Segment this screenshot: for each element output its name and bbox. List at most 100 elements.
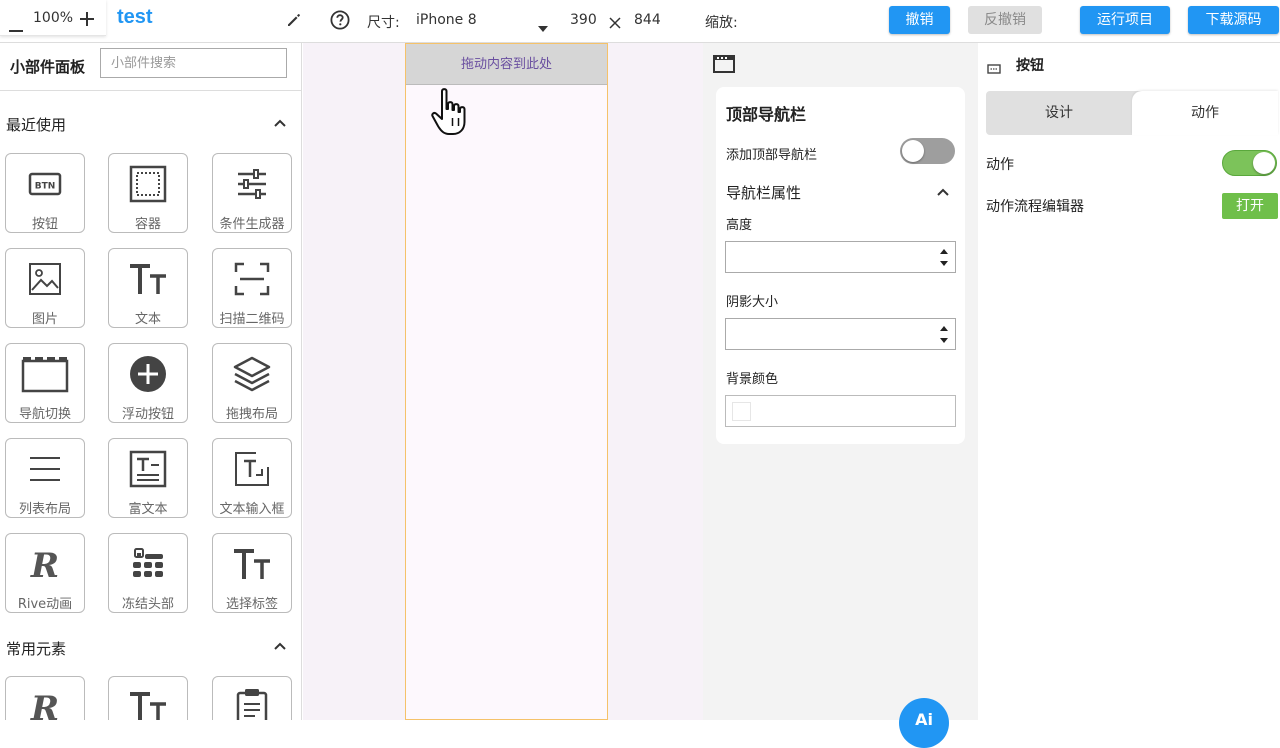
spin-down-icon[interactable] (940, 338, 948, 343)
help-icon[interactable] (330, 10, 350, 34)
widget-label: 列表布局 (18, 502, 71, 517)
add-navbar-label: 添加顶部导航栏 (726, 148, 818, 163)
widget-tab-navigation[interactable]: 导航切换 (5, 343, 85, 423)
btn-icon (987, 59, 1001, 78)
tab-nav-icon (6, 354, 84, 394)
inspector-tabs: 设计 动作 (986, 91, 1278, 135)
sliders-icon (213, 164, 291, 204)
widget-scan-qr[interactable]: 扫描二维码 (212, 248, 292, 328)
shadow-label: 阴影大小 (726, 295, 779, 310)
text-icon (109, 259, 187, 299)
widget-rich-text[interactable]: 富文本 (108, 438, 188, 518)
widget-clipboard[interactable] (212, 676, 292, 720)
inspector-panel: 按钮 设计 动作 动作 动作流程编辑器 打开 (978, 43, 1280, 720)
widget-label: 文本 (134, 312, 161, 327)
image-icon (6, 259, 84, 299)
open-flow-editor-button[interactable]: 打开 (1222, 193, 1278, 219)
spin-down-icon[interactable] (940, 261, 948, 266)
widget-rive-animation[interactable]: R Rive动画 (5, 533, 85, 613)
rive-icon: R (6, 687, 84, 720)
widget-floating-button[interactable]: 浮动按钮 (108, 343, 188, 423)
freeze-header-icon (109, 544, 187, 584)
drop-zone[interactable]: 拖动内容到此处 (406, 44, 607, 85)
widget-image[interactable]: 图片 (5, 248, 85, 328)
design-canvas[interactable]: 拖动内容到此处 (303, 43, 703, 720)
widget-label: 导航切换 (18, 407, 71, 422)
svg-text:R: R (30, 690, 59, 720)
zoom-control: 100% (0, 0, 106, 36)
tab-action[interactable]: 动作 (1132, 91, 1278, 135)
color-swatch (732, 402, 751, 421)
svg-text:BTN: BTN (35, 182, 56, 192)
height-input[interactable] (725, 241, 956, 273)
card-title: 顶部导航栏 (726, 105, 807, 124)
device-select-value: iPhone 8 (416, 12, 477, 28)
widget-freeze-header[interactable]: 冻结头部 (108, 533, 188, 613)
widget-button[interactable]: BTN 按钮 (5, 153, 85, 233)
widget-label: 拖拽布局 (225, 407, 278, 422)
add-navbar-toggle[interactable] (900, 138, 955, 164)
container-icon (109, 164, 187, 204)
widget-rive-animation[interactable]: R (5, 676, 85, 720)
section-title-common: 常用元素 (6, 640, 67, 658)
divider (0, 90, 301, 91)
widget-container[interactable]: 容器 (108, 153, 188, 233)
zoom-value: 100% (33, 10, 74, 26)
navbar-props-title: 导航栏属性 (726, 184, 802, 202)
chevron-up-icon[interactable] (936, 184, 950, 203)
widget-text[interactable]: 文本 (108, 248, 188, 328)
height-label: 高度 (726, 218, 753, 233)
widget-search-input[interactable] (100, 48, 287, 78)
height-value[interactable]: 844 (634, 12, 661, 28)
widget-list-layout[interactable]: 列表布局 (5, 438, 85, 518)
spin-up-icon[interactable] (940, 326, 948, 331)
widget-drag-layout[interactable]: 拖拽布局 (212, 343, 292, 423)
svg-text:R: R (30, 547, 59, 581)
ai-assistant-button[interactable]: Ai (899, 698, 949, 748)
shadow-input[interactable] (725, 318, 956, 350)
edit-icon[interactable] (286, 12, 302, 32)
download-source-button[interactable]: 下载源码 (1188, 6, 1279, 34)
action-label: 动作 (986, 157, 1014, 173)
list-icon (6, 449, 84, 489)
run-project-button[interactable]: 运行项目 (1080, 6, 1170, 34)
widget-label: 图片 (31, 312, 58, 327)
spin-up-icon[interactable] (940, 249, 948, 254)
rive-icon: R (6, 544, 84, 584)
widget-label: 条件生成器 (219, 217, 285, 232)
tab-design[interactable]: 设计 (986, 91, 1132, 135)
zoom-out-icon[interactable] (9, 17, 23, 36)
clipboard-icon (213, 687, 291, 720)
width-value[interactable]: 390 (570, 12, 597, 28)
chevron-up-icon[interactable] (273, 115, 287, 134)
widget-text-input[interactable]: 文本输入框 (212, 438, 292, 518)
widget-label: Rive动画 (17, 597, 73, 612)
zoom-in-icon[interactable] (80, 11, 94, 30)
flow-editor-label: 动作流程编辑器 (986, 199, 1084, 215)
widget-label: 扫描二维码 (219, 312, 285, 327)
text-input-icon (213, 449, 291, 489)
action-toggle[interactable] (1222, 150, 1277, 176)
text-icon (213, 544, 291, 584)
hand-cursor-icon (431, 87, 471, 141)
bg-color-picker[interactable] (725, 395, 956, 427)
widget-label: 文本输入框 (219, 502, 285, 517)
toggle-knob (1253, 152, 1275, 174)
layers-icon (213, 354, 291, 394)
device-select[interactable]: iPhone 8 (416, 6, 553, 34)
widget-conditional-builder[interactable]: 条件生成器 (212, 153, 292, 233)
undo-button[interactable]: 撤销 (889, 6, 950, 34)
selected-widget-name: 按钮 (1016, 58, 1044, 74)
properties-panel: 顶部导航栏 添加顶部导航栏 导航栏属性 高度 阴影大小 背景颜色 Ai (703, 43, 978, 748)
size-label: 尺寸: (367, 15, 400, 31)
app-title: test (117, 6, 153, 28)
chevron-down-icon (538, 17, 548, 36)
text-icon (109, 687, 187, 720)
chevron-up-icon[interactable] (273, 638, 287, 657)
redo-button[interactable]: 反撤销 (968, 6, 1042, 34)
scan-icon (213, 259, 291, 299)
navbar-settings-card: 顶部导航栏 添加顶部导航栏 导航栏属性 高度 阴影大小 背景颜色 (716, 87, 965, 444)
phone-frame[interactable]: 拖动内容到此处 (405, 43, 608, 720)
widget-choice-chips[interactable]: 选择标签 (212, 533, 292, 613)
widget-text[interactable] (108, 676, 188, 720)
